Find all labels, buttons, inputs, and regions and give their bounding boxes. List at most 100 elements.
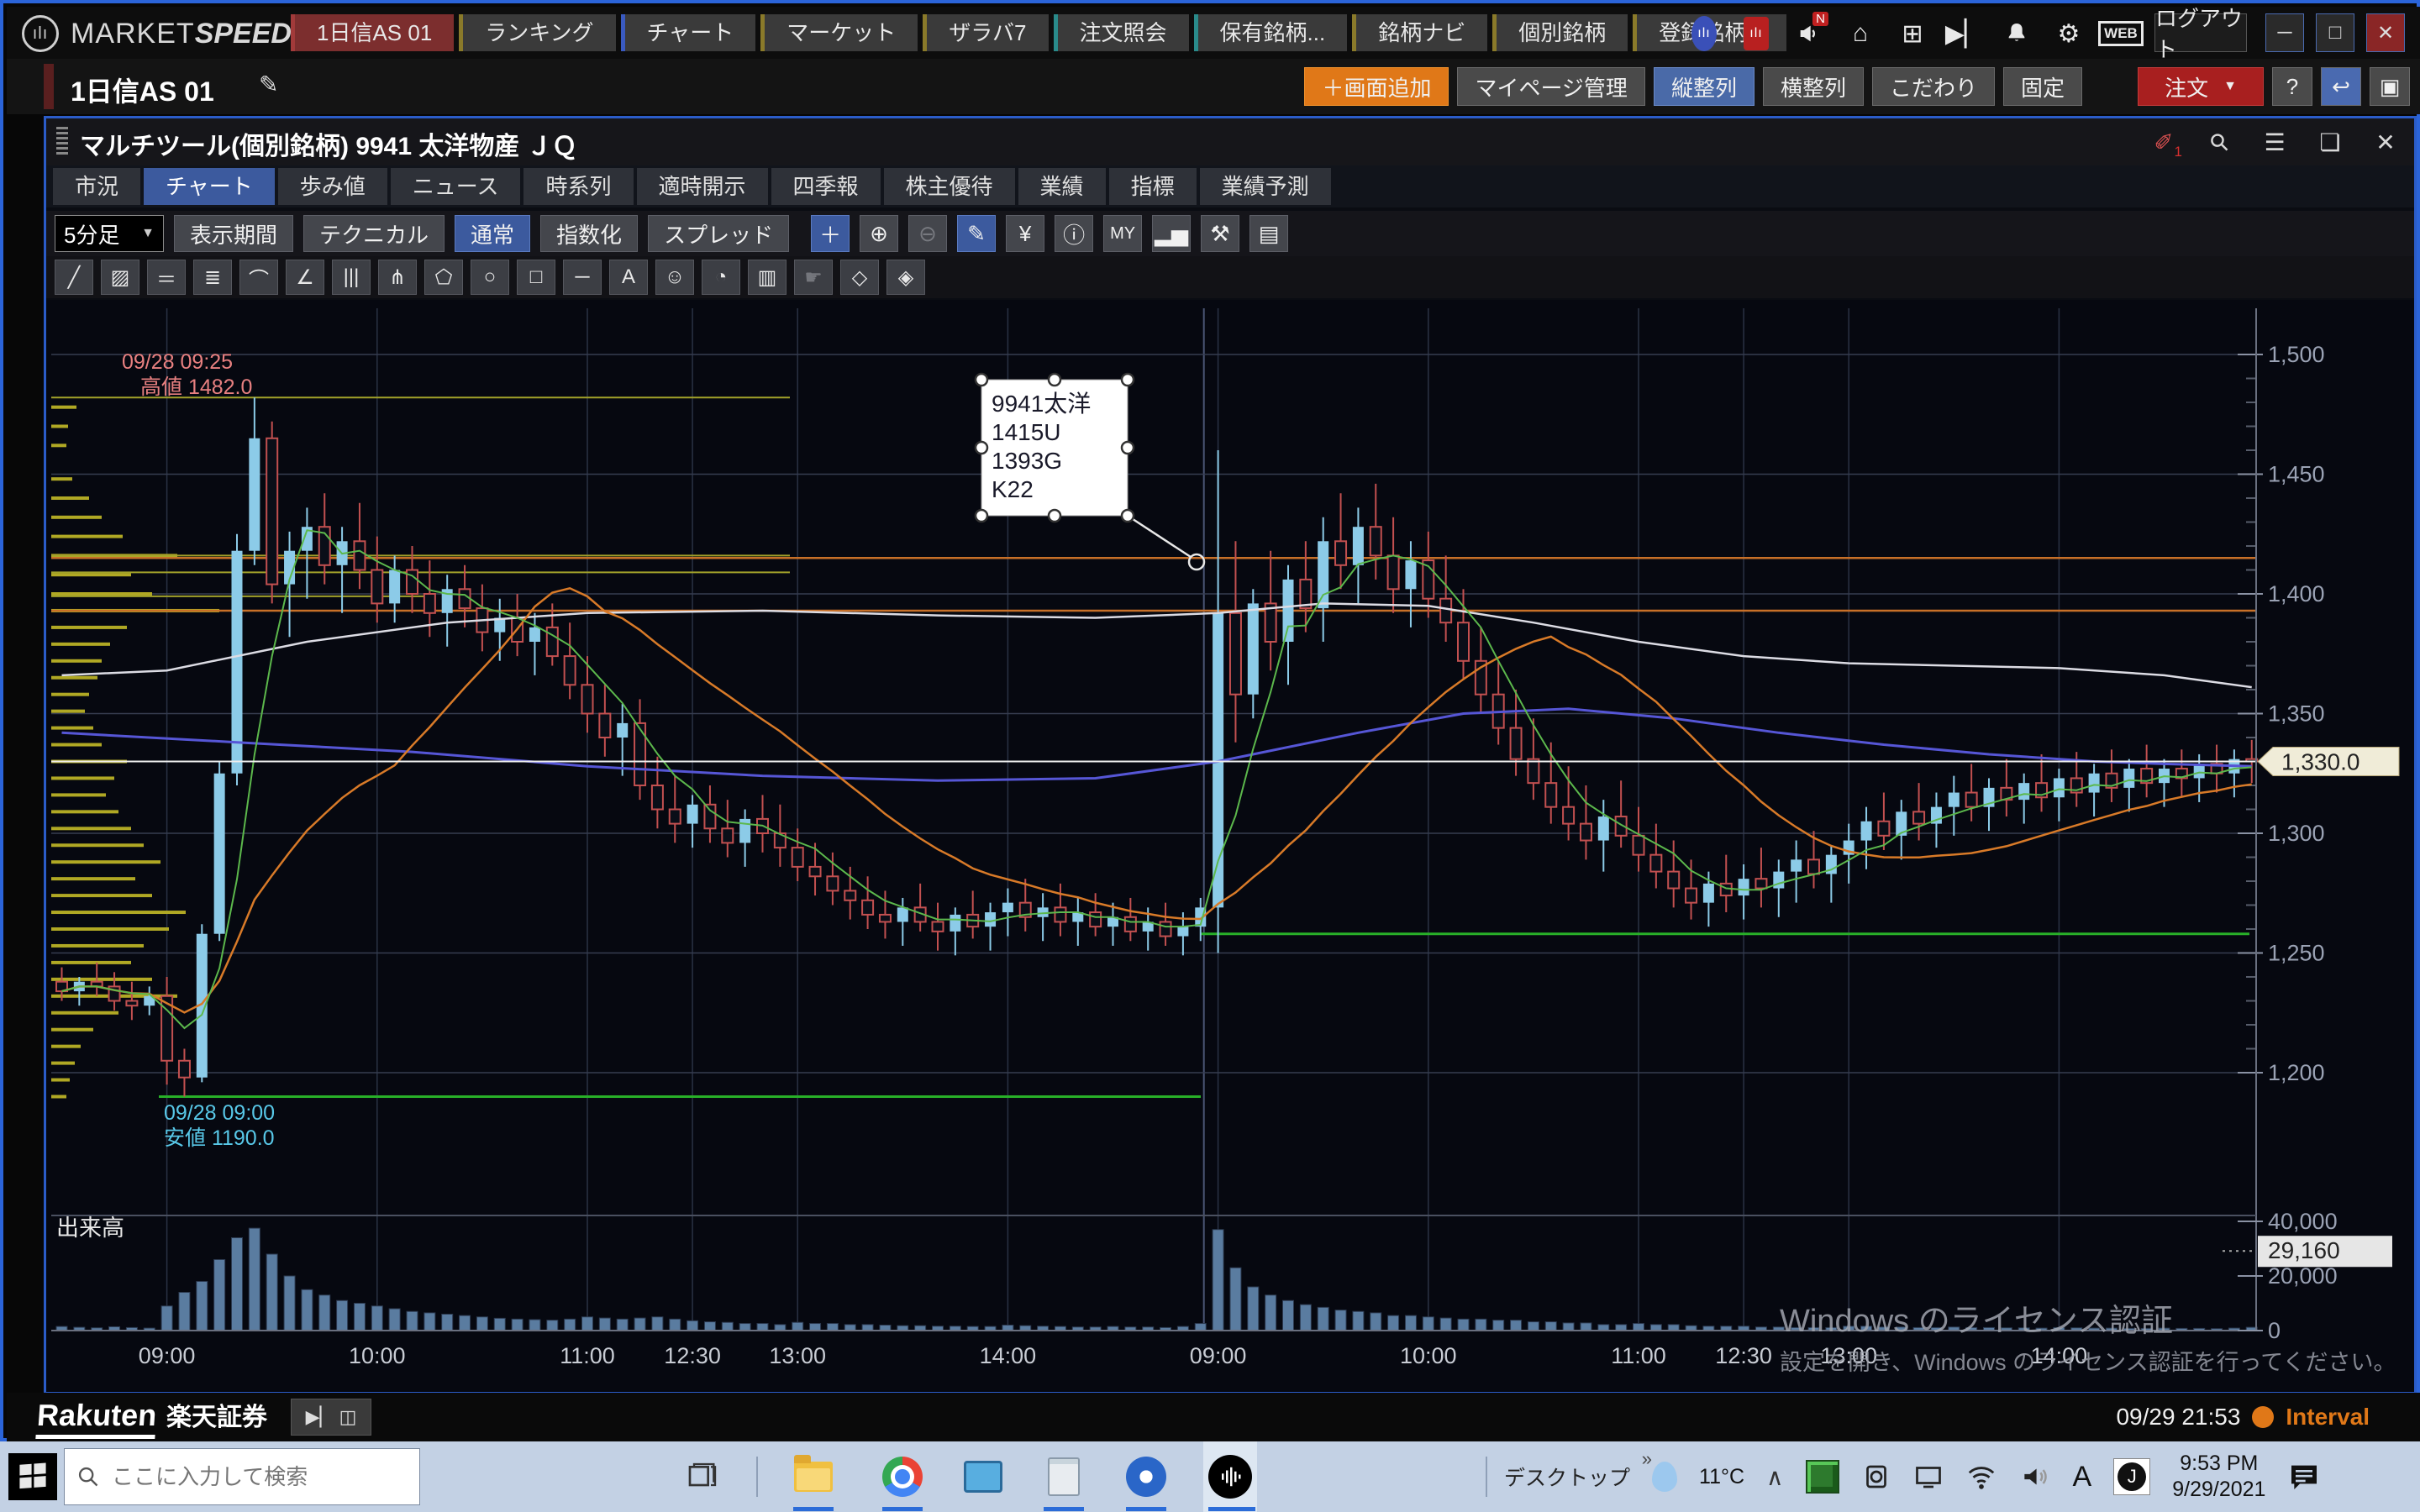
pitchfork-tool[interactable]: ⋔: [378, 260, 417, 295]
tab-四季報[interactable]: 四季報: [771, 168, 881, 205]
normal-mode-button[interactable]: 通常: [455, 215, 530, 252]
icon-stamp-tool[interactable]: ☺: [655, 260, 694, 295]
chart-red-icon[interactable]: ılı: [1739, 17, 1773, 50]
file-explorer-icon[interactable]: [788, 1452, 839, 1502]
window-menu-icon[interactable]: ☰: [2258, 125, 2291, 159]
task-view-button[interactable]: [686, 1460, 719, 1494]
period-dropdown[interactable]: 5分足▼: [55, 215, 164, 252]
wifi-icon[interactable]: [1965, 1461, 1997, 1493]
volume-icon[interactable]: [2019, 1461, 2051, 1493]
link-window-button[interactable]: ↩: [2321, 67, 2361, 106]
search-input[interactable]: [112, 1464, 389, 1490]
taskbar-search[interactable]: [64, 1448, 420, 1505]
chart-settings-icon[interactable]: ⚒: [1201, 215, 1239, 252]
hand-tool[interactable]: ☛: [794, 260, 833, 295]
tab-株主優待[interactable]: 株主優待: [884, 168, 1015, 205]
ime-mode-label[interactable]: A: [2073, 1461, 2092, 1494]
settings-gear-icon[interactable]: ⚙: [2052, 17, 2086, 50]
add-window-icon[interactable]: ⊞: [1896, 17, 1929, 50]
my-chart-icon[interactable]: MY: [1103, 215, 1142, 252]
notification-center-icon[interactable]: [2287, 1460, 2321, 1494]
minimize-button[interactable]: ─: [2265, 13, 2304, 52]
indexed-mode-button[interactable]: 指数化: [540, 215, 638, 252]
menu-tab-マーケット[interactable]: マーケット: [760, 14, 918, 51]
menu-tab-1日信AS 01[interactable]: 1日信AS 01: [291, 14, 454, 51]
draw-pencil-icon[interactable]: ✎: [957, 215, 996, 252]
menu-tab-ザラバ7[interactable]: ザラバ7: [923, 14, 1048, 51]
vertical-align-button[interactable]: 縦整列: [1654, 67, 1754, 106]
trendline-tool[interactable]: ╱: [55, 260, 93, 295]
vertical-lines-tool[interactable]: |||: [332, 260, 371, 295]
tab-時系列[interactable]: 時系列: [523, 168, 633, 205]
status-panel-buttons[interactable]: ▶▏ ◫: [291, 1399, 371, 1436]
info-icon[interactable]: ⓘ: [1055, 215, 1093, 252]
tab-指標[interactable]: 指標: [1109, 168, 1197, 205]
logout-button[interactable]: ログアウト: [2154, 13, 2247, 52]
tab-チャート[interactable]: チャート: [144, 168, 275, 205]
menu-tab-個別銘柄[interactable]: 個別銘柄: [1492, 14, 1628, 51]
mypage-manage-button[interactable]: マイページ管理: [1457, 67, 1644, 106]
multitool-titlebar[interactable]: マルチツール(個別銘柄) 9941 太洋物産 ＪＱ ✐1⚲☰❏✕: [46, 118, 2414, 165]
weather-icon[interactable]: [1652, 1462, 1677, 1492]
duplicate-window-icon[interactable]: ❏: [2313, 125, 2347, 159]
tab-業績予測[interactable]: 業績予測: [1200, 168, 1331, 205]
zoom-out-icon[interactable]: ⊖: [908, 215, 947, 252]
close-button[interactable]: ✕: [2366, 13, 2405, 52]
hidden-icons-chevron[interactable]: ∧: [1766, 1463, 1784, 1491]
media-player-icon[interactable]: [1121, 1452, 1171, 1502]
menu-tab-保有銘柄...[interactable]: 保有銘柄...: [1194, 14, 1348, 51]
edit-title-icon[interactable]: ✎: [259, 71, 278, 98]
eraser-tool[interactable]: ◇: [840, 260, 879, 295]
menu-tab-銘柄ナビ[interactable]: 銘柄ナビ: [1352, 14, 1487, 51]
tab-歩み値[interactable]: 歩み値: [278, 168, 387, 205]
chrome-icon[interactable]: [877, 1452, 928, 1502]
display-tray-icon[interactable]: [1913, 1462, 1944, 1492]
app-tray-icon-green[interactable]: [1806, 1460, 1839, 1494]
text-tool[interactable]: A: [609, 260, 648, 295]
erase-all-tool[interactable]: ◈: [886, 260, 925, 295]
tab-適時開示[interactable]: 適時開示: [637, 168, 768, 205]
technical-button[interactable]: テクニカル: [303, 215, 445, 252]
segment-tool[interactable]: ─: [563, 260, 602, 295]
candlestick-chart-svg[interactable]: 1,5001,4501,4001,3501,3001,2501,2001,330…: [46, 300, 2414, 1392]
two-hlines-tool[interactable]: ＝: [147, 260, 186, 295]
price-chart[interactable]: 1,5001,4501,4001,3501,3001,2501,2001,330…: [46, 300, 2414, 1392]
announcement-icon[interactable]: N: [1791, 17, 1825, 50]
duplicate-tool[interactable]: ▥: [748, 260, 786, 295]
close-window-icon[interactable]: ✕: [2369, 125, 2402, 159]
start-button[interactable]: [8, 1453, 57, 1500]
crosshair-icon[interactable]: ＋: [811, 215, 850, 252]
tab-市況[interactable]: 市況: [53, 168, 140, 205]
zoom-in-icon[interactable]: ⊕: [860, 215, 898, 252]
fibonacci-arc-tool[interactable]: ⌒: [239, 260, 278, 295]
temperature-label[interactable]: 11°C: [1699, 1465, 1744, 1489]
menu-tab-ランキング[interactable]: ランキング: [459, 14, 615, 51]
menu-tab-チャート[interactable]: チャート: [621, 14, 756, 51]
notepad-icon[interactable]: [1039, 1452, 1089, 1502]
order-button[interactable]: 注文▼: [2138, 67, 2264, 106]
mountain-chart-icon[interactable]: ▂▅: [1152, 215, 1191, 252]
tab-業績[interactable]: 業績: [1018, 168, 1106, 205]
marker-tool[interactable]: ▨: [101, 260, 139, 295]
marketspeed-blue-icon[interactable]: ılı: [1687, 17, 1721, 50]
bell-icon[interactable]: [2000, 17, 2033, 50]
maximize-button[interactable]: □: [2316, 13, 2354, 52]
desktop-toolbar[interactable]: デスクトップ»: [1504, 1462, 1630, 1492]
display-period-button[interactable]: 表示期間: [174, 215, 293, 252]
ellipse-tool[interactable]: ○: [471, 260, 509, 295]
link-annotation-icon[interactable]: ✐1: [2147, 125, 2181, 159]
drag-grip-icon[interactable]: [56, 127, 68, 157]
popout-button[interactable]: ▣: [2370, 67, 2410, 106]
spread-mode-button[interactable]: スプレッド: [648, 215, 789, 252]
rectangle-tool[interactable]: □: [517, 260, 555, 295]
marketspeed-taskbar-icon[interactable]: [1205, 1452, 1255, 1502]
device-tray-icon[interactable]: [1861, 1462, 1891, 1492]
ime-j-icon[interactable]: J: [2113, 1458, 2150, 1495]
pin-button[interactable]: 固定: [2003, 67, 2082, 106]
help-button[interactable]: ?: [2272, 67, 2312, 106]
add-screen-button[interactable]: ＋画面追加: [1304, 67, 1449, 106]
tab-ニュース[interactable]: ニュース: [391, 168, 521, 205]
preference-button[interactable]: こだわり: [1872, 67, 1995, 106]
multi-hlines-tool[interactable]: ≣: [193, 260, 232, 295]
magnifier-icon[interactable]: ⚲: [2196, 118, 2244, 166]
